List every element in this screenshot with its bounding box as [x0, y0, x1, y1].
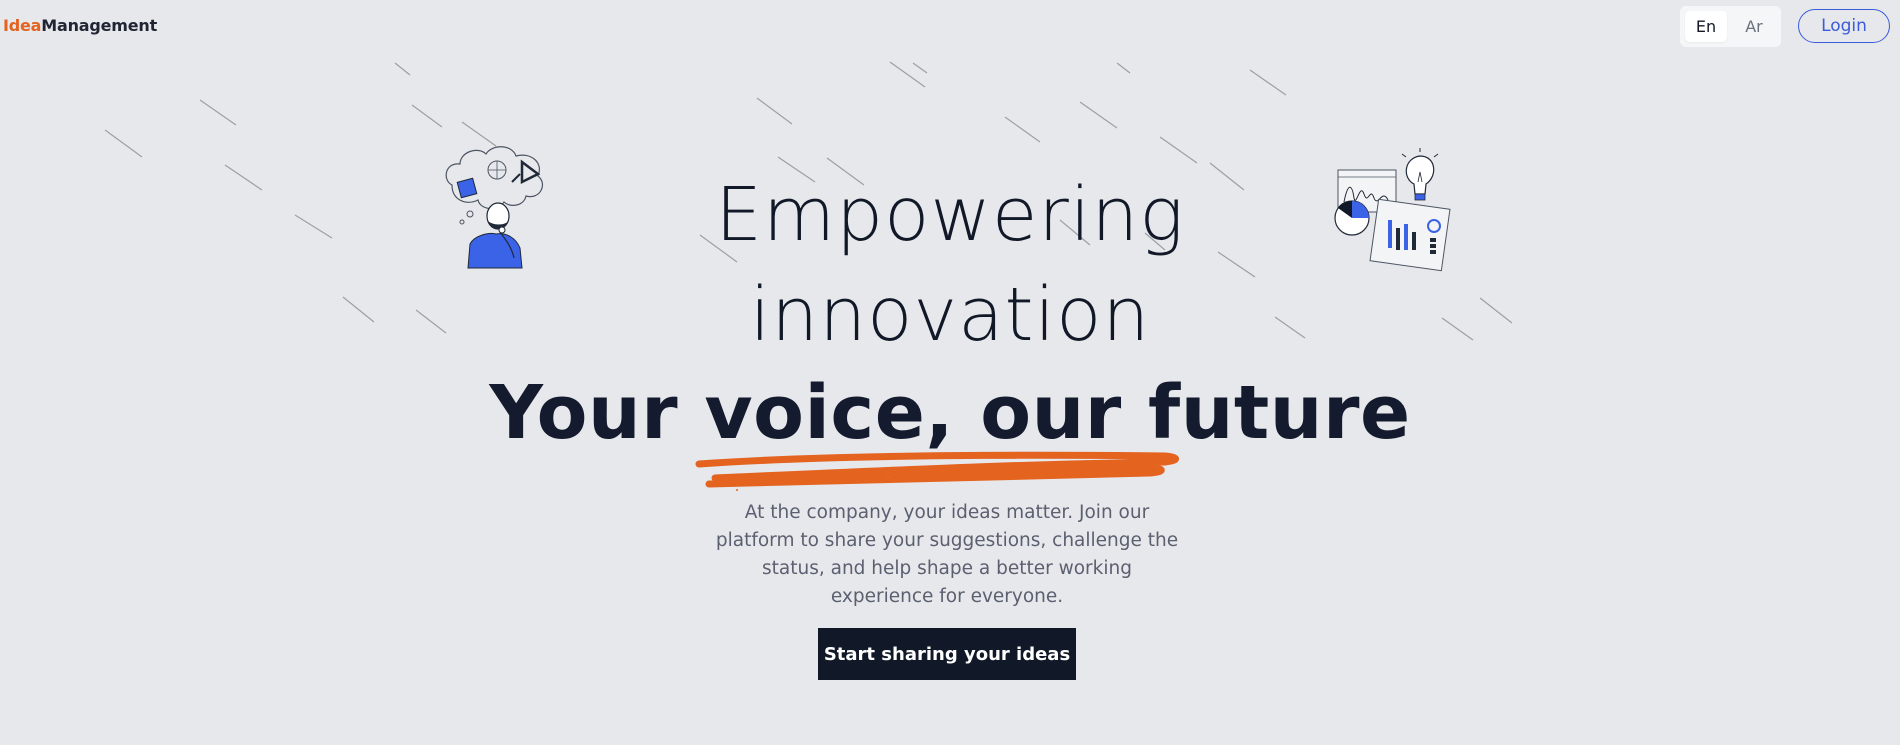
logo-management-text: Management — [41, 16, 158, 35]
hero-description: At the company, your ideas matter. Join … — [715, 502, 1179, 607]
hero-heading-line2: innovation — [749, 272, 1151, 358]
logo-idea-text: Idea — [3, 16, 42, 35]
start-sharing-ideas-button[interactable]: Start sharing your ideas — [818, 628, 1076, 680]
lang-en-button[interactable]: En — [1685, 11, 1727, 42]
logo[interactable]: IdeaManagement — [3, 16, 157, 35]
language-toggle: En Ar — [1680, 6, 1781, 47]
brush-underline-decoration — [695, 451, 1179, 491]
login-button[interactable]: Login — [1798, 9, 1890, 43]
hero-heading-line1: Empowering — [715, 172, 1185, 258]
hero-tagline: Your voice, our future — [489, 370, 1411, 456]
landing-page: IdeaManagement En Ar Login Empowering in… — [0, 0, 1900, 745]
lang-ar-button[interactable]: Ar — [1733, 11, 1775, 42]
